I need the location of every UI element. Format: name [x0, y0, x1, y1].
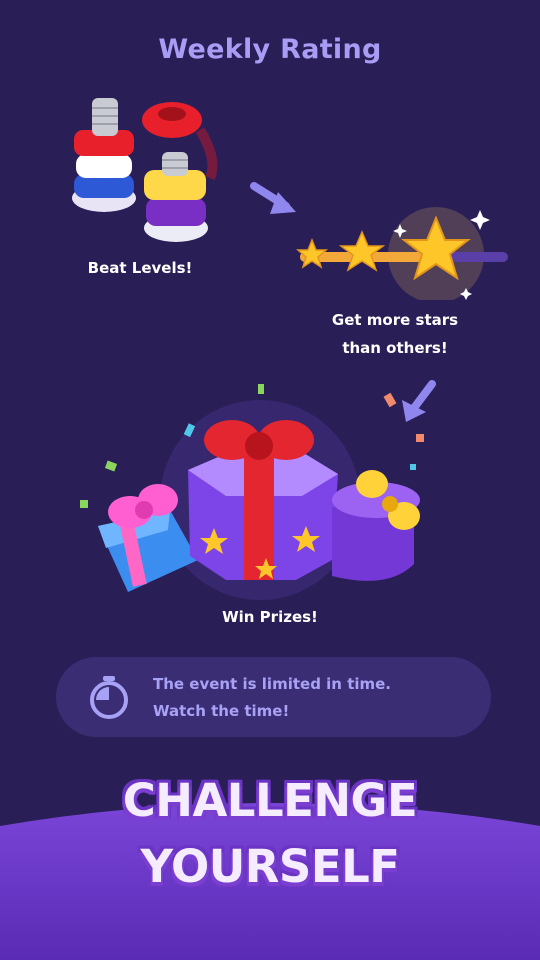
nut-stacks-illustration	[72, 98, 218, 242]
more-stars-line1: Get more stars	[331, 311, 459, 329]
stars-progress-illustration	[296, 207, 508, 300]
page-title: Weekly Rating	[158, 34, 382, 65]
cta-headline-line1: CHALLENGE	[122, 774, 418, 827]
beat-levels-caption: Beat Levels!	[87, 259, 193, 277]
event-timer-banner: The event is limited in time. Watch the …	[56, 657, 491, 737]
more-stars-caption: Get more stars than others!	[305, 306, 485, 362]
win-prizes-caption: Win Prizes!	[222, 608, 318, 626]
timer-notice-line2: Watch the time!	[153, 702, 290, 720]
gift-boxes-illustration	[80, 384, 424, 600]
more-stars-line2: than others!	[342, 339, 448, 357]
cta-headline-line2: YOURSELF	[140, 840, 401, 893]
timer-notice-line1: The event is limited in time.	[153, 675, 392, 693]
stopwatch-icon	[90, 676, 128, 719]
timer-notice-text: The event is limited in time. Watch the …	[153, 671, 391, 725]
